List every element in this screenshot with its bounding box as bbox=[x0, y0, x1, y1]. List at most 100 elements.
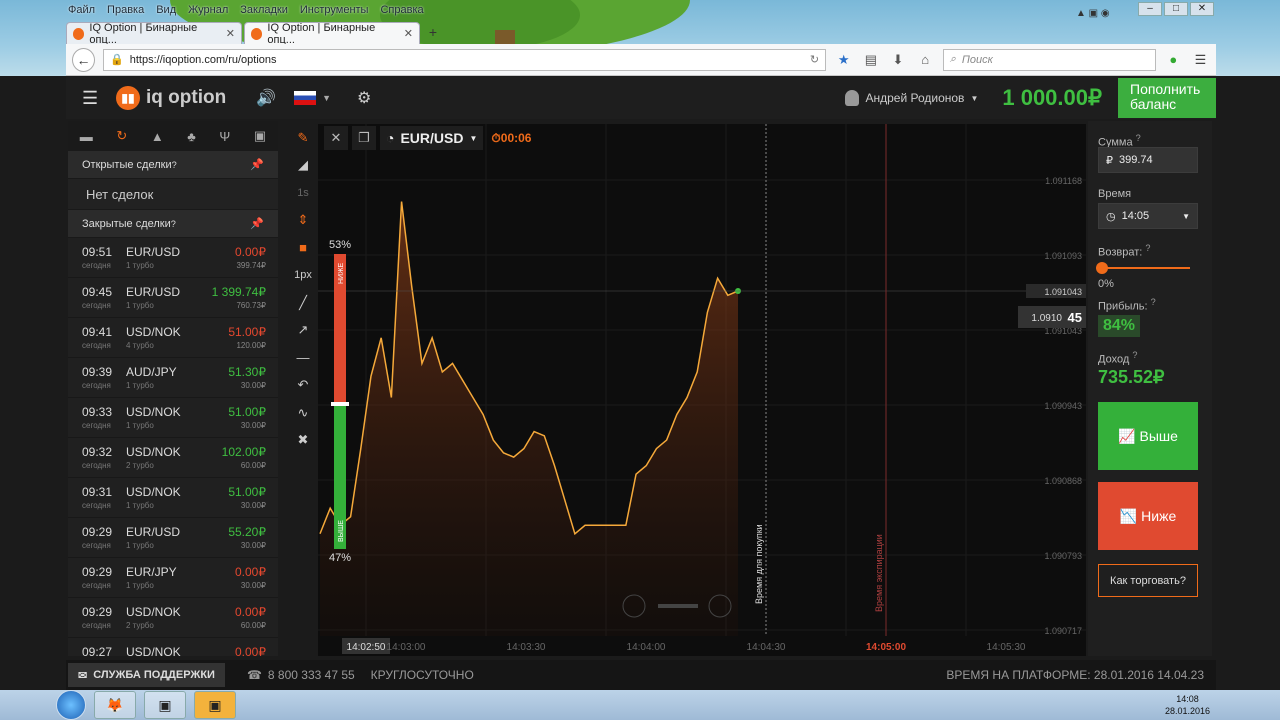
menu-item[interactable]: Закладки bbox=[240, 4, 288, 16]
deal-time: 09:29 bbox=[82, 565, 113, 579]
search-input[interactable]: ⌕ Поиск bbox=[942, 48, 1156, 71]
closed-deals-list: 09:51 EUR/USD сегодня 1 турбо 0.00₽ 399.… bbox=[68, 238, 278, 656]
pin-icon[interactable]: 📌 bbox=[250, 217, 264, 230]
undo-icon[interactable]: ↶ bbox=[288, 372, 318, 400]
call-up-button[interactable]: 📈 Выше bbox=[1098, 402, 1198, 470]
reload-icon[interactable]: ↻ bbox=[810, 53, 819, 66]
delete-icon[interactable]: ✖ bbox=[288, 427, 318, 455]
closed-deal-row[interactable]: 09:29 EUR/JPY сегодня 1 турбо 0.00₽ 30.0… bbox=[68, 558, 278, 598]
timeframe-label[interactable]: 1s bbox=[288, 179, 318, 207]
start-button[interactable] bbox=[56, 690, 86, 720]
close-tab-icon[interactable]: ✕ bbox=[226, 27, 235, 40]
closed-deal-row[interactable]: 09:32 USD/NOK сегодня 2 турбо 102.00₽ 60… bbox=[68, 438, 278, 478]
close-chart-icon[interactable]: ✕ bbox=[324, 126, 348, 150]
slider-handle[interactable] bbox=[1096, 262, 1108, 274]
closed-deal-row[interactable]: 09:39 AUD/JPY сегодня 1 турбо 51.30₽ 30.… bbox=[68, 358, 278, 398]
support-button[interactable]: ✉ СЛУЖБА ПОДДЕРЖКИ bbox=[68, 663, 225, 687]
info-icon: ? bbox=[170, 218, 176, 229]
deal-amount: 51.30₽ bbox=[228, 365, 266, 379]
minimize-button[interactable]: – bbox=[1138, 2, 1162, 16]
price-chart[interactable]: 1.091168 1.091093 1.091043 1.090943 1.090868… bbox=[318, 124, 1086, 656]
chevron-down-icon[interactable]: ▼ bbox=[322, 93, 331, 103]
indicator-icon[interactable]: ∿ bbox=[288, 399, 318, 427]
ray-tool-icon[interactable]: ↗ bbox=[288, 317, 318, 345]
sentiment-down-pct: 53% bbox=[329, 239, 351, 251]
sound-icon[interactable]: 🔊 bbox=[256, 88, 276, 108]
deal-time: 09:39 bbox=[82, 365, 113, 379]
downloads-icon[interactable]: ⬇ bbox=[888, 50, 907, 70]
closed-deal-row[interactable]: 09:29 USD/NOK сегодня 2 турбо 0.00₽ 60.0… bbox=[68, 598, 278, 638]
user-menu[interactable]: Андрей Родионов ▼ bbox=[845, 90, 978, 106]
browser-tab-active[interactable]: IQ Option | Бинарные опц... ✕ bbox=[244, 22, 420, 46]
lock-icon: 🔒 bbox=[110, 54, 124, 66]
list-icon[interactable]: ▬ bbox=[80, 129, 93, 144]
menu-item[interactable]: Справка bbox=[380, 4, 423, 16]
menu-item[interactable]: Правка bbox=[107, 4, 144, 16]
chart-icon[interactable]: ▲ bbox=[151, 129, 164, 144]
area-chart-icon[interactable]: ◢ bbox=[288, 152, 318, 180]
extension-icon[interactable]: ● bbox=[1164, 50, 1183, 70]
history-icon[interactable]: ↻ bbox=[116, 128, 127, 144]
closed-deal-row[interactable]: 09:45 EUR/USD сегодня 1 турбо 1 399.74₽ … bbox=[68, 278, 278, 318]
news-icon[interactable]: ▣ bbox=[254, 128, 266, 144]
deal-type: 1 турбо bbox=[126, 301, 154, 310]
hamburger-menu-icon[interactable]: ☰ bbox=[82, 88, 102, 109]
layout-icon[interactable]: ❐ bbox=[352, 126, 376, 150]
put-down-button[interactable]: 📉 Ниже bbox=[1098, 482, 1198, 550]
app-taskbar-icon[interactable]: ▣ bbox=[144, 691, 186, 719]
firefox-taskbar-icon[interactable]: 🦊 bbox=[94, 691, 136, 719]
menu-item[interactable]: Журнал bbox=[188, 4, 228, 16]
menu-item[interactable]: Инструменты bbox=[300, 4, 369, 16]
deal-time: 09:29 bbox=[82, 605, 113, 619]
chat-icon: ✉ bbox=[78, 669, 88, 682]
users-icon[interactable]: ♣ bbox=[187, 129, 196, 144]
app-taskbar-icon[interactable]: ▣ bbox=[194, 691, 236, 719]
deal-amount: 1 399.74₽ bbox=[211, 285, 266, 299]
closed-deal-row[interactable]: 09:29 EUR/USD сегодня 1 турбо 55.20₽ 30.… bbox=[68, 518, 278, 558]
browser-tab[interactable]: IQ Option | Бинарные опц... ✕ bbox=[66, 22, 242, 46]
color-square-icon[interactable]: ■ bbox=[288, 234, 318, 262]
maximize-button[interactable]: □ bbox=[1164, 2, 1188, 16]
closed-deal-row[interactable]: 09:51 EUR/USD сегодня 1 турбо 0.00₽ 399.… bbox=[68, 238, 278, 278]
deal-amount: 55.20₽ bbox=[228, 525, 266, 539]
closed-deal-row[interactable]: 09:41 USD/NOK сегодня 4 турбо 51.00₽ 120… bbox=[68, 318, 278, 358]
settings-gear-icon[interactable]: ⚙ bbox=[357, 88, 371, 108]
pin-icon[interactable]: 📌 bbox=[250, 158, 264, 171]
updown-icon[interactable]: ⇕ bbox=[288, 207, 318, 235]
menu-icon[interactable]: ☰ bbox=[1191, 50, 1210, 70]
home-icon[interactable]: ⌂ bbox=[916, 50, 935, 70]
current-time-label: 14:02:50 bbox=[347, 642, 386, 653]
how-to-trade-button[interactable]: Как торговать? bbox=[1098, 564, 1198, 597]
sum-input[interactable]: ₽399.74 bbox=[1098, 147, 1198, 173]
menu-item[interactable]: Вид bbox=[156, 4, 176, 16]
menu-item[interactable]: Файл bbox=[68, 4, 95, 16]
time-select[interactable]: ◷ 14:05 ▼ bbox=[1098, 203, 1198, 229]
back-button[interactable]: ← bbox=[72, 47, 96, 72]
close-window-button[interactable]: ✕ bbox=[1190, 2, 1214, 16]
closed-deal-row[interactable]: 09:33 USD/NOK сегодня 1 турбо 51.00₽ 30.… bbox=[68, 398, 278, 438]
close-tab-icon[interactable]: ✕ bbox=[404, 27, 413, 40]
signal-icon[interactable]: Ψ bbox=[219, 129, 230, 144]
reading-list-icon[interactable]: ▤ bbox=[861, 50, 880, 70]
closed-deal-row[interactable]: 09:27 USD/NOK 0.00₽ bbox=[68, 638, 278, 656]
horizontal-line-icon[interactable]: — bbox=[288, 344, 318, 372]
asset-selector[interactable]: ◔ EUR/USD ▼ bbox=[380, 126, 484, 150]
avatar bbox=[845, 90, 860, 106]
return-slider[interactable] bbox=[1096, 262, 1190, 274]
deposit-button[interactable]: Пополнить баланс bbox=[1118, 78, 1216, 118]
stroke-width-label[interactable]: 1px bbox=[288, 262, 318, 290]
pencil-icon[interactable]: ✎ bbox=[288, 124, 318, 152]
closed-deal-row[interactable]: 09:31 USD/NOK сегодня 1 турбо 51.00₽ 30.… bbox=[68, 478, 278, 518]
address-bar[interactable]: 🔒 https://iqoption.com/ru/options ↻ bbox=[103, 48, 827, 71]
deal-time: 09:41 bbox=[82, 325, 113, 339]
bookmark-star-icon[interactable]: ★ bbox=[834, 50, 853, 70]
time-tick-label: 14:05:30 bbox=[987, 642, 1026, 653]
clock-icon: ◷ bbox=[1106, 210, 1116, 223]
sentiment-up-label: ВЫШЕ bbox=[338, 520, 345, 542]
language-flag-icon[interactable] bbox=[294, 91, 317, 105]
new-tab-button[interactable]: + bbox=[422, 22, 444, 44]
chart-area[interactable]: 1.091168 1.091093 1.091043 1.090943 1.090868… bbox=[318, 124, 1086, 656]
time-tick-label: 14:05:00 bbox=[866, 642, 906, 653]
deal-amount: 51.00₽ bbox=[228, 405, 266, 419]
line-tool-icon[interactable]: ╱ bbox=[288, 289, 318, 317]
